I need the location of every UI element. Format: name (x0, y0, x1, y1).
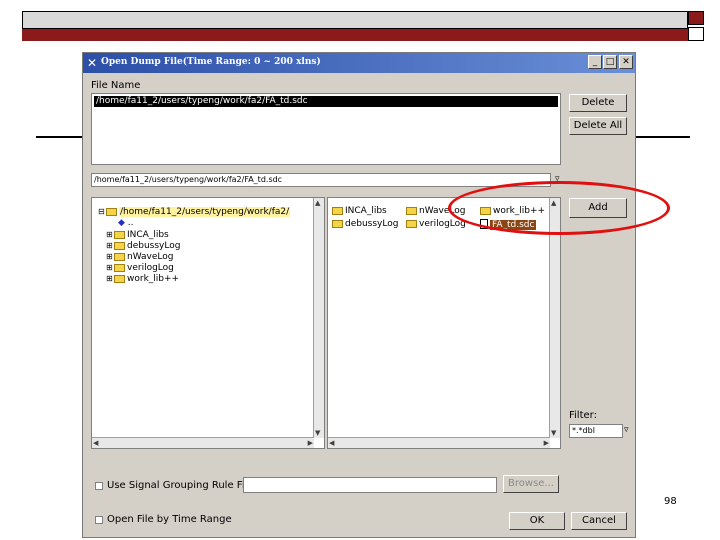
tree-item-work-lib[interactable]: ⊞ work_lib++ (106, 273, 179, 285)
page-number: 98 (664, 496, 677, 507)
slide-divider-left (36, 136, 82, 138)
folder-icon (114, 274, 125, 283)
close-button[interactable]: ✕ (619, 55, 633, 69)
collapse-icon[interactable]: ⊟ (98, 206, 106, 217)
folder-icon (114, 230, 125, 239)
filter-label: Filter: (569, 410, 597, 421)
file-name-list[interactable]: /home/fa11_2/users/typeng/work/fa2/FA_td… (91, 93, 561, 165)
highlight-circle (448, 181, 670, 235)
path-input[interactable]: /home/fa11_2/users/typeng/work/fa2/FA_td… (91, 173, 551, 187)
scroll-up-icon[interactable]: ▲ (315, 199, 320, 207)
folder-icon (106, 207, 117, 216)
slide-accent-bar (22, 29, 688, 41)
slide-divider-right (636, 136, 690, 138)
cancel-button[interactable]: Cancel (571, 512, 627, 530)
expand-icon[interactable]: ⊞ (106, 262, 114, 273)
path-input-value: /home/fa11_2/users/typeng/work/fa2/FA_td… (94, 175, 283, 184)
delete-button[interactable]: Delete (569, 94, 627, 112)
file-list-pane[interactable]: INCA_libs nWaveLog work_lib++ debussyLog… (327, 197, 561, 449)
delete-all-button[interactable]: Delete All (569, 117, 627, 135)
expand-icon[interactable]: ⊞ (106, 273, 114, 284)
expand-icon[interactable]: ⊞ (106, 251, 114, 262)
tree-root[interactable]: ⊟/home/fa11_2/users/typeng/work/fa2/ (98, 206, 291, 218)
filter-dropdown-icon[interactable]: ▿ (624, 425, 629, 435)
up-arrow-icon: ◆ (118, 218, 125, 228)
selected-file-row[interactable]: /home/fa11_2/users/typeng/work/fa2/FA_td… (94, 96, 558, 107)
app-icon: ✕ (87, 56, 98, 70)
folder-icon (406, 219, 417, 228)
directory-tree-pane[interactable]: ⊟/home/fa11_2/users/typeng/work/fa2/ ◆ .… (91, 197, 325, 449)
expand-icon[interactable]: ⊞ (106, 240, 114, 251)
folder-icon (406, 206, 417, 215)
filter-input-value: *.*dbl (572, 426, 595, 435)
signal-grouping-checkbox[interactable] (95, 482, 103, 490)
scroll-right-icon[interactable]: ▶ (544, 439, 549, 447)
file-item-veriloglog[interactable]: verilogLog (406, 219, 466, 230)
slide-corner-square (688, 11, 704, 25)
expand-icon[interactable]: ⊞ (106, 229, 114, 240)
minimize-button[interactable]: _ (588, 55, 602, 69)
slide-title-bar (22, 11, 688, 29)
scroll-left-icon[interactable]: ◀ (93, 439, 98, 447)
file-name-label: File Name (91, 80, 141, 91)
scroll-down-icon[interactable]: ▼ (551, 429, 556, 437)
maximize-button[interactable]: □ (603, 55, 617, 69)
time-range-checkbox[interactable] (95, 516, 103, 524)
file-item-inca-libs[interactable]: INCA_libs (332, 206, 387, 217)
open-dump-file-dialog: ✕ Open Dump File(Time Range: 0 ~ 200 xln… (82, 52, 636, 538)
folder-icon (114, 252, 125, 261)
file-item-debussylog[interactable]: debussyLog (332, 219, 398, 230)
scroll-down-icon[interactable]: ▼ (315, 429, 320, 437)
folder-icon (332, 219, 343, 228)
time-range-label: Open File by Time Range (107, 514, 232, 525)
browse-button[interactable]: Browse... (503, 475, 559, 493)
folder-icon (114, 263, 125, 272)
files-horizontal-scrollbar[interactable]: ◀ ▶ (328, 437, 550, 448)
title-bar: ✕ Open Dump File(Time Range: 0 ~ 200 xln… (83, 53, 635, 73)
ok-button[interactable]: OK (509, 512, 565, 530)
folder-icon (114, 241, 125, 250)
scroll-right-icon[interactable]: ▶ (308, 439, 313, 447)
signal-grouping-input[interactable] (243, 477, 497, 493)
tree-vertical-scrollbar[interactable]: ▲ ▼ (313, 198, 324, 438)
folder-icon (332, 206, 343, 215)
scroll-left-icon[interactable]: ◀ (329, 439, 334, 447)
slide-corner-square (688, 27, 704, 41)
window-title: Open Dump File(Time Range: 0 ~ 200 xlns) (101, 57, 321, 67)
tree-up[interactable]: ◆ .. (118, 218, 134, 229)
tree-horizontal-scrollbar[interactable]: ◀ ▶ (92, 437, 314, 448)
signal-grouping-label: Use Signal Grouping Rule File: (107, 480, 257, 491)
filter-input[interactable]: *.*dbl (569, 424, 623, 438)
